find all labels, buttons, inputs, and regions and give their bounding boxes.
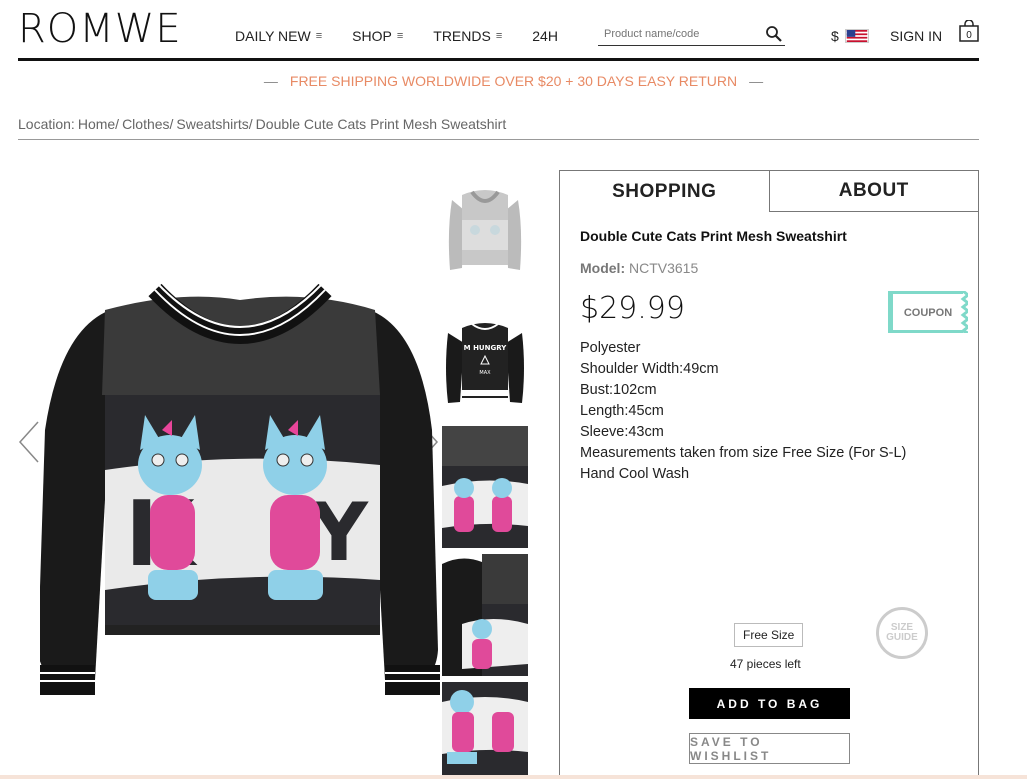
thumbnail-list: M HUNGRY MAX: [442, 170, 528, 779]
thumbnail-3[interactable]: [442, 426, 528, 548]
footer-strip: [0, 775, 1027, 779]
breadcrumb-divider: [18, 139, 979, 140]
logo[interactable]: ROMWE: [18, 6, 182, 52]
breadcrumb-sweatshirts[interactable]: Sweatshirts/: [176, 116, 252, 132]
svg-text:MAX: MAX: [479, 370, 491, 376]
tab-about[interactable]: ABOUT: [768, 171, 978, 212]
header-divider: [18, 58, 979, 61]
product-title: Double Cute Cats Print Mesh Sweatshirt: [580, 228, 847, 244]
us-flag-icon: [844, 29, 869, 43]
promo-banner: — FREE SHIPPING WORLDWIDE OVER $20 + 30 D…: [263, 73, 764, 89]
menu-icon: ≡: [495, 30, 503, 42]
nav-shop[interactable]: SHOP ≡: [352, 28, 403, 44]
stock-count: 47 pieces left: [730, 657, 801, 671]
thumbnail-5[interactable]: [442, 682, 528, 779]
nav-daily-new[interactable]: DAILY NEW ≡: [235, 28, 322, 44]
main-nav: DAILY NEW ≡ SHOP ≡ TRENDS ≡ 24H: [235, 28, 588, 44]
nav-trends[interactable]: TRENDS ≡: [433, 28, 502, 44]
menu-icon: ≡: [396, 30, 404, 42]
search-box: [598, 24, 785, 46]
shopping-bag-icon[interactable]: 0: [959, 19, 979, 42]
breadcrumb-current: Double Cute Cats Print Mesh Sweatshirt: [255, 116, 507, 132]
thumbnail-1[interactable]: [442, 170, 528, 292]
search-icon[interactable]: [765, 25, 783, 43]
currency-selector[interactable]: $: [831, 28, 869, 44]
svg-text:COUPON: COUPON: [904, 307, 952, 319]
coupon-badge[interactable]: COUPON: [888, 291, 968, 333]
bag-count: 0: [966, 30, 972, 41]
size-option-free-size[interactable]: Free Size: [734, 623, 804, 647]
product-panel: SHOPPING ABOUT Double Cute Cats Print Me…: [559, 170, 979, 779]
product-price: $29.99: [580, 291, 685, 326]
save-to-wishlist-button[interactable]: SAVE TO WISHLIST: [689, 733, 850, 764]
search-input[interactable]: [598, 26, 758, 42]
breadcrumb: Location: Home/Clothes/Sweatshirts/Double…: [18, 116, 507, 132]
prev-image-arrow[interactable]: [18, 420, 40, 464]
breadcrumb-clothes[interactable]: Clothes/: [122, 116, 173, 132]
product-model: Model: NCTV3615: [580, 260, 699, 276]
thumbnail-4[interactable]: [442, 554, 528, 676]
main-product-image: K Y: [40, 283, 440, 695]
tab-shopping[interactable]: SHOPPING: [560, 171, 769, 212]
panel-tabs: SHOPPING ABOUT: [560, 171, 978, 212]
menu-icon: ≡: [315, 30, 323, 42]
sign-in-link[interactable]: SIGN IN: [890, 28, 942, 44]
nav-24h[interactable]: 24H: [532, 28, 558, 44]
size-guide-button[interactable]: SIZE GUIDE: [876, 607, 928, 659]
breadcrumb-home[interactable]: Home/: [78, 116, 119, 132]
add-to-bag-button[interactable]: ADD TO BAG: [689, 688, 850, 719]
product-description: Polyester Shoulder Width:49cm Bust:102cm…: [580, 340, 907, 482]
thumbnail-2[interactable]: M HUNGRY MAX: [442, 298, 528, 420]
svg-text:M HUNGRY: M HUNGRY: [464, 344, 508, 352]
